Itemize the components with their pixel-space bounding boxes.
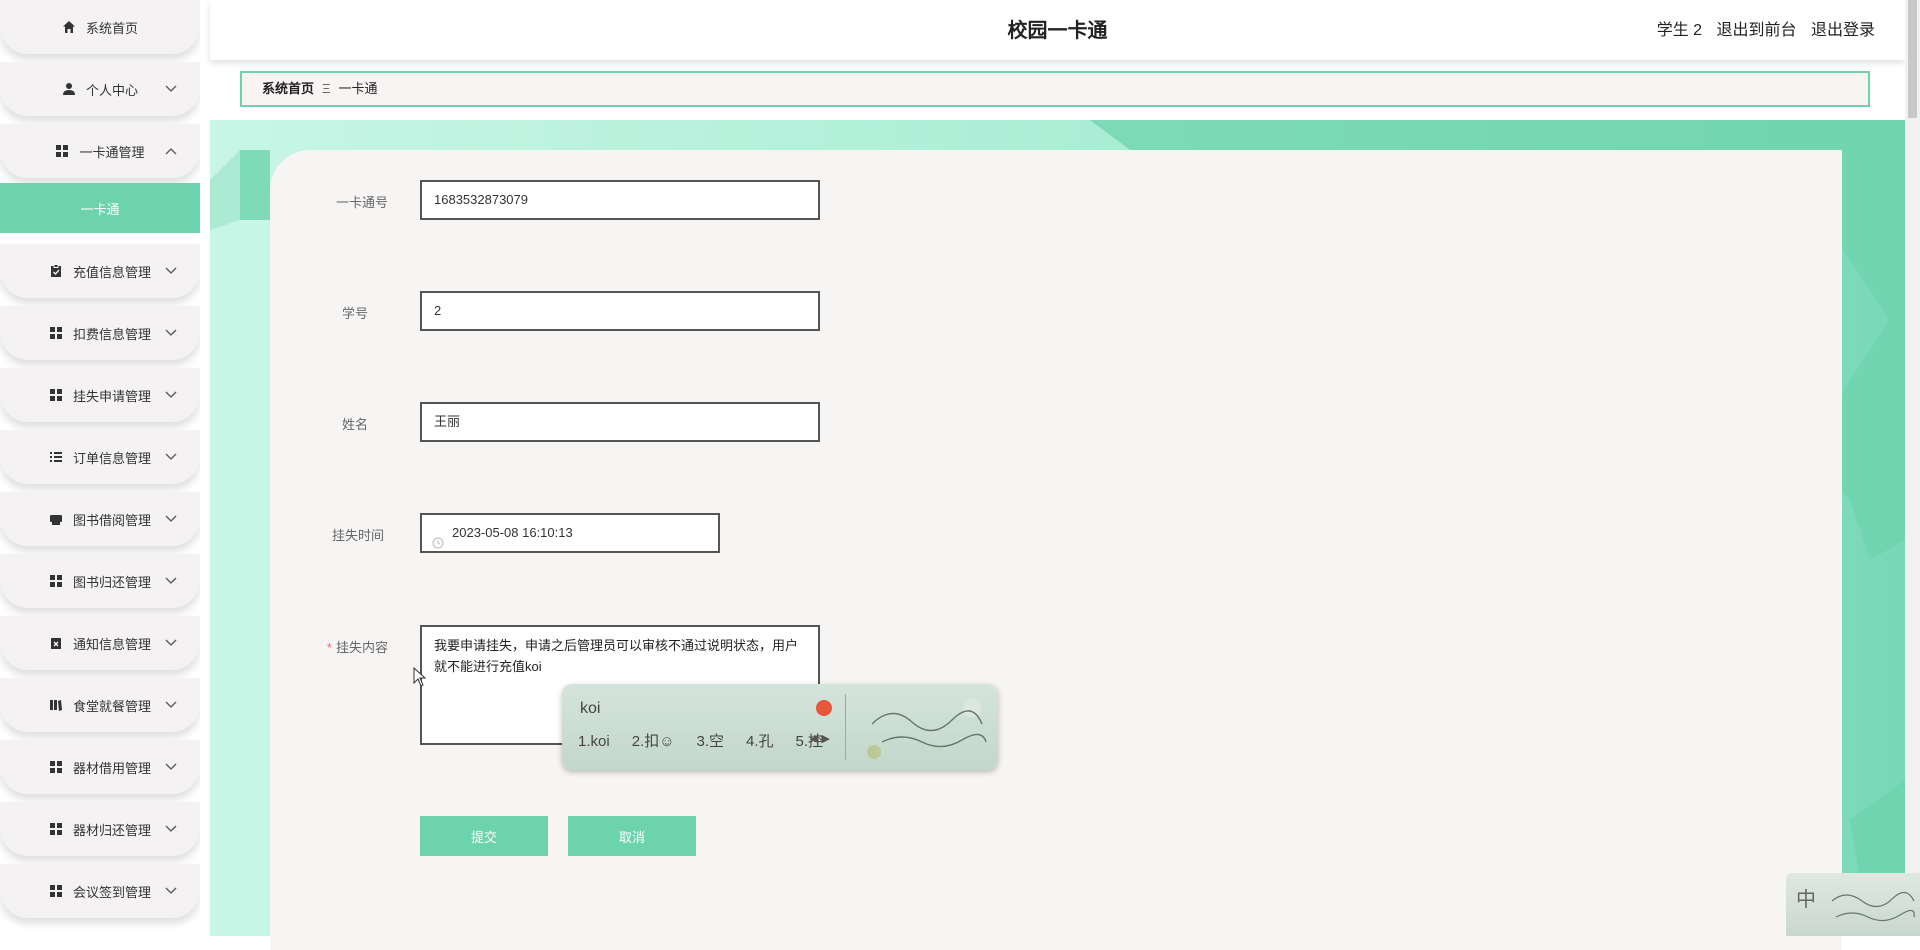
exit-to-front-link[interactable]: 退出到前台 [1717,22,1797,39]
breadcrumb: 系统首页 Ξ 一卡通 [240,71,1870,107]
content-label: * 挂失内容 [326,640,388,655]
time-picker-input[interactable]: 2023-05-08 16:10:13 [420,513,720,553]
sidebar-item-label: 一卡通管理 [79,144,145,160]
logout-link[interactable]: 退出登录 [1811,22,1875,39]
sidebar-item-label: 器材归还管理 [72,822,151,838]
user-icon [62,82,76,96]
sidebar-item-label: 会议签到管理 [72,884,151,900]
sidebar-item-label: 个人中心 [85,82,138,98]
sidebar-subitem-card[interactable]: 一卡通 [0,183,200,233]
ime-status-tray[interactable]: 中 [1786,873,1920,936]
time-value: 2023-05-08 16:10:13 [452,525,573,540]
sidebar-item-equipment-return[interactable]: 器材归还管理 [0,802,200,856]
sidebar-item-home[interactable]: 系统首页 [0,0,200,54]
top-header: 校园一卡通 学生 2 退出到前台 退出登录 [210,0,1905,60]
chevron-down-icon [164,82,178,96]
sidebar-item-loss-report[interactable]: 挂失申请管理 [0,368,200,422]
grid-icon [49,574,63,588]
grid-icon [55,144,69,158]
ime-page-arrows-icon[interactable]: ◀ ▶ [810,732,830,745]
sidebar-item-label: 系统首页 [85,20,138,36]
submit-button[interactable]: 提交 [420,816,548,856]
sidebar-item-label: 充值信息管理 [72,264,151,280]
chevron-down-icon [164,326,178,340]
sidebar-item-meeting-signin[interactable]: 会议签到管理 [0,864,200,918]
clock-icon [432,527,444,549]
ime-divider [845,694,846,760]
sidebar-item-canteen[interactable]: 食堂就餐管理 [0,678,200,732]
ime-candidate-list: 1.koi 2.扣☺ 3.空 4.孔 5.控 [578,730,845,751]
chevron-down-icon [164,450,178,464]
home-icon [62,20,76,34]
sidebar-item-orders[interactable]: 订单信息管理 [0,430,200,484]
book-icon [49,698,63,712]
ime-mode-indicator[interactable]: 中 [1796,883,1816,912]
sidebar: 系统首页 个人中心 一卡通管理 一卡通 充值信息管理 扣费信息管理 挂失申请管理… [0,0,200,936]
grid-icon [49,760,63,774]
chevron-down-icon [164,822,178,836]
ime-candidate-window: koi 1.koi 2.扣☺ 3.空 4.孔 5.控 ◀ ▶ [562,684,998,770]
list-icon [49,450,63,464]
ime-candidate[interactable]: 4.孔 [746,733,774,750]
chevron-down-icon [164,512,178,526]
ime-tray-decoration-icon [1831,891,1915,922]
cancel-button[interactable]: 取消 [568,816,696,856]
header-user-area: 学生 2 退出到前台 退出登录 [1647,0,1875,60]
sidebar-item-recharge[interactable]: 充值信息管理 [0,244,200,298]
grid-icon [49,326,63,340]
chevron-down-icon [164,264,178,278]
sidebar-item-label: 订单信息管理 [72,450,151,466]
ime-skin-decoration-icon [867,699,987,759]
sidebar-item-label: 图书借阅管理 [72,512,151,528]
chevron-down-icon [164,884,178,898]
grid-icon [49,822,63,836]
sidebar-item-notices[interactable]: 通知信息管理 [0,616,200,670]
chevron-down-icon [164,636,178,650]
ime-logo-icon [816,700,832,716]
sidebar-item-label: 图书归还管理 [72,574,151,590]
ime-candidate[interactable]: 2.扣☺ [632,733,675,750]
sidebar-item-book-return[interactable]: 图书归还管理 [0,554,200,608]
mouse-cursor-icon [413,667,427,687]
sidebar-item-label: 挂失申请管理 [72,388,151,404]
breadcrumb-home[interactable]: 系统首页 [262,81,314,96]
name-label: 姓名 [341,417,368,432]
page-scrollbar[interactable] [1905,0,1920,936]
chevron-down-icon [164,388,178,402]
sidebar-item-equipment-borrow[interactable]: 器材借用管理 [0,740,200,794]
ime-composition: koi [580,700,601,717]
grid-icon [49,388,63,402]
breadcrumb-separator: Ξ [322,81,331,96]
time-label: 挂失时间 [331,528,384,543]
ime-candidate[interactable]: 3.空 [697,733,725,750]
sidebar-item-label: 器材借用管理 [72,760,151,776]
card-no-input[interactable]: 1683532873079 [420,180,820,220]
scrollbar-thumb[interactable] [1908,0,1917,118]
sidebar-item-book-borrow[interactable]: 图书借阅管理 [0,492,200,546]
ime-candidate[interactable]: 1.koi [578,733,610,750]
sidebar-item-label: 扣费信息管理 [72,326,151,342]
student-no-label: 学号 [341,306,368,321]
sidebar-item-deduction[interactable]: 扣费信息管理 [0,306,200,360]
current-user: 学生 2 [1656,22,1703,39]
chevron-down-icon [164,698,178,712]
sidebar-item-label: 食堂就餐管理 [72,698,151,714]
chevron-down-icon [164,760,178,774]
chevron-up-icon [164,144,178,158]
sidebar-item-label: 通知信息管理 [72,636,151,652]
sidebar-item-card-management[interactable]: 一卡通管理 [0,124,200,178]
card-no-label: 一卡通号 [335,195,388,210]
clipboard-icon [49,264,63,278]
printer-icon [49,512,63,526]
breadcrumb-current: 一卡通 [338,81,378,96]
chevron-down-icon [164,574,178,588]
grid-icon [49,884,63,898]
student-no-input[interactable]: 2 [420,291,820,331]
clipboard-x-icon [49,636,63,650]
required-mark: * [326,640,332,655]
sidebar-item-personal[interactable]: 个人中心 [0,62,200,116]
name-input[interactable]: 王丽 [420,402,820,442]
